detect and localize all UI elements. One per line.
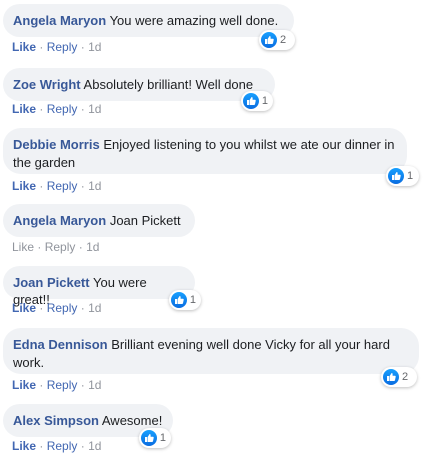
thumbs-up-icon (383, 369, 399, 385)
comment-author[interactable]: Edna Dennison (13, 337, 108, 352)
reaction-count: 1 (159, 432, 166, 444)
comment-actions: Like · Reply · 1d (12, 179, 101, 193)
comment-timestamp[interactable]: 1d (88, 439, 101, 453)
comment-bubble: Debbie Morris Enjoyed listening to you w… (3, 128, 407, 174)
comment-actions: Like · Reply · 1d (12, 40, 101, 54)
reply-button[interactable]: Reply (47, 102, 78, 116)
like-button[interactable]: Like (12, 102, 36, 116)
like-button[interactable]: Like (12, 301, 36, 315)
comment-author[interactable]: Angela Maryon (13, 213, 106, 228)
comment-timestamp[interactable]: 1d (88, 378, 101, 392)
comment-actions: Like · Reply · 1d (12, 439, 101, 453)
comment-timestamp[interactable]: 1d (88, 179, 101, 193)
comment-bubble: Zoe Wright Absolutely brilliant! Well do… (3, 68, 275, 101)
reply-button[interactable]: Reply (45, 240, 76, 254)
reply-button[interactable]: Reply (47, 40, 78, 54)
like-button[interactable]: Like (12, 179, 36, 193)
comment-actions: Like · Reply · 1d (12, 301, 101, 315)
like-button[interactable]: Like (12, 378, 36, 392)
reaction-count-badge[interactable]: 2 (381, 367, 417, 387)
separator: · (80, 439, 85, 453)
comment-author[interactable]: Debbie Morris (13, 137, 100, 152)
comment-bubble: Angela Maryon Joan Pickett (3, 204, 195, 237)
separator: · (39, 40, 44, 54)
comment-timestamp[interactable]: 1d (88, 40, 101, 54)
reply-button[interactable]: Reply (47, 378, 78, 392)
comment-actions: Like · Reply · 1d (12, 102, 101, 116)
thumbs-up-icon (388, 168, 404, 184)
comment-text: Absolutely brilliant! Well done (83, 77, 254, 92)
comment-author[interactable]: Angela Maryon (13, 13, 106, 28)
like-button[interactable]: Like (12, 40, 36, 54)
comment-timestamp[interactable]: 1d (88, 301, 101, 315)
comment-author[interactable]: Joan Pickett (13, 275, 90, 290)
comment-actions: Like · Reply · 1d (12, 240, 99, 254)
separator: · (37, 240, 42, 254)
reaction-count: 2 (280, 34, 287, 46)
reaction-count: 1 (407, 170, 414, 182)
separator: · (39, 439, 44, 453)
thumbs-up-icon (141, 430, 157, 446)
separator: · (78, 240, 83, 254)
reply-button[interactable]: Reply (47, 179, 78, 193)
reaction-count-badge[interactable]: 1 (241, 91, 273, 111)
reaction-count-badge[interactable]: 2 (259, 30, 295, 50)
reply-button[interactable]: Reply (47, 301, 78, 315)
comment-bubble: Angela Maryon You were amazing well done… (3, 4, 294, 37)
comment-timestamp[interactable]: 1d (88, 102, 101, 116)
comment-bubble: Edna Dennison Brilliant evening well don… (3, 328, 419, 374)
comment-author[interactable]: Alex Simpson (13, 413, 99, 428)
separator: · (80, 179, 85, 193)
comment-text: You were amazing well done. (109, 13, 279, 28)
separator: · (80, 40, 85, 54)
like-button[interactable]: Like (12, 240, 34, 254)
comment-text: Awesome! (101, 413, 163, 428)
like-button[interactable]: Like (12, 439, 36, 453)
reaction-count: 2 (402, 371, 409, 383)
thumbs-up-icon (261, 32, 277, 48)
thumbs-up-icon (171, 292, 187, 308)
comment-actions: Like · Reply · 1d (12, 378, 101, 392)
reaction-count-badge[interactable]: 1 (139, 428, 171, 448)
reaction-count-badge[interactable]: 1 (386, 166, 419, 186)
separator: · (39, 179, 44, 193)
reaction-count: 1 (189, 294, 196, 306)
comment-text: Joan Pickett (109, 213, 181, 228)
thumbs-up-icon (243, 93, 259, 109)
comment-author[interactable]: Zoe Wright (13, 77, 81, 92)
separator: · (39, 301, 44, 315)
reaction-count: 1 (261, 95, 268, 107)
comment-timestamp[interactable]: 1d (86, 240, 99, 254)
reply-button[interactable]: Reply (47, 439, 78, 453)
separator: · (80, 378, 85, 392)
reaction-count-badge[interactable]: 1 (169, 290, 201, 310)
separator: · (39, 102, 44, 116)
separator: · (39, 378, 44, 392)
separator: · (80, 301, 85, 315)
separator: · (80, 102, 85, 116)
comment-bubble: Joan Pickett You were great!! (3, 266, 195, 307)
